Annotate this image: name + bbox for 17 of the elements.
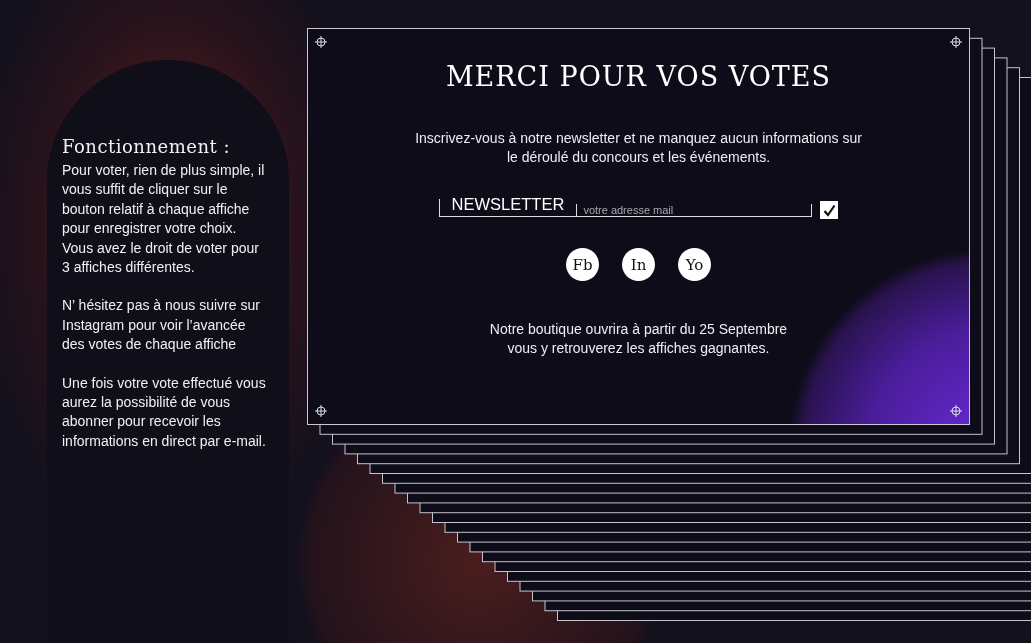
crosshair-icon (315, 405, 327, 417)
social-link[interactable]: Yo (678, 248, 711, 281)
social-link[interactable]: In (622, 248, 655, 281)
newsletter-label: NEWSLETTER (438, 199, 577, 217)
panel-paragraph: Une fois votre vote effectué vous aurez la possibilité de vous abonner pour recevoir les informations en direct par e-mail. (62, 373, 266, 451)
crosshair-icon (315, 36, 327, 48)
social-link[interactable]: Fb (566, 248, 599, 281)
checkbox[interactable] (820, 201, 839, 219)
newsletter-intro: Inscrivez-vous à notre newsletter et ne manquez aucun informations sur le déroulé du concours et les événements. (415, 129, 862, 167)
email-field[interactable]: votre adresse mail (576, 204, 813, 217)
panel-paragraph: N’ hésitez pas à nous suivre sur Instagram pour voir l’avancée des votes de chaque affiche (62, 296, 261, 355)
card-title: MERCI POUR VOS VOTES (445, 61, 832, 92)
panel-paragraph: Pour voter, rien de plus simple, il vous suffit de cliquer sur le bouton relatif à chaque affiche pour enregistrer votre choix. Vous avez le droit de voter pour 3 affiches différentes. (62, 161, 266, 278)
crosshair-icon (950, 36, 962, 48)
shop-notice: Notre boutique ouvrira à partir du 25 Septembre vous y retrouverez les affiches gagnantes. (489, 320, 788, 358)
crosshair-icon (950, 405, 962, 417)
panel-title: Fonctionnement : (62, 136, 231, 157)
